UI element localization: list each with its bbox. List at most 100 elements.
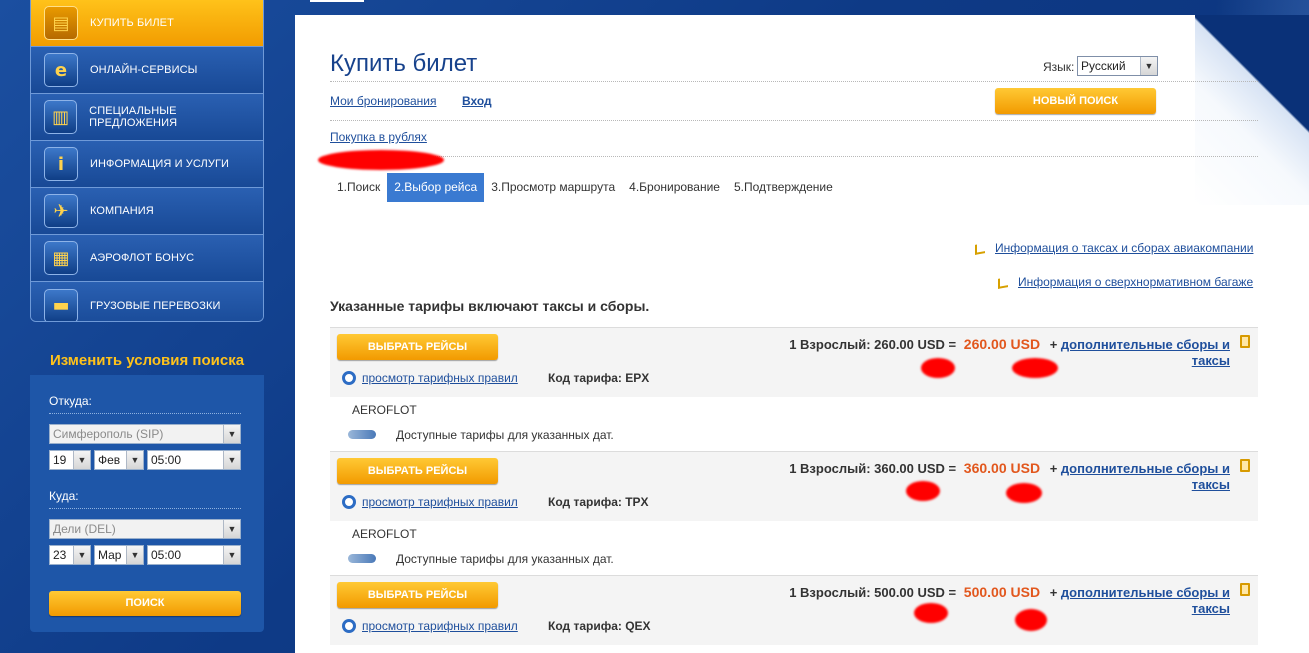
total-price: 260.00 USD: [963, 336, 1041, 352]
gear-icon: [342, 371, 356, 385]
availability-text: Доступные тарифы для указанных дат.: [396, 428, 614, 442]
fare-rules-link[interactable]: просмотр тарифных правил: [362, 495, 518, 509]
total-price: 500.00 USD: [963, 584, 1041, 600]
new-search-button[interactable]: НОВЫЙ ПОИСК: [995, 88, 1156, 114]
to-label: Куда:: [49, 489, 79, 503]
select-flights-button[interactable]: ВЫБРАТЬ РЕЙСЫ: [337, 582, 498, 608]
from-time-select[interactable]: 05:00 ▼: [147, 450, 241, 470]
fare-row: ВЫБРАТЬ РЕЙСЫ 1 Взрослый: 260.00 USD = 2…: [330, 327, 1258, 397]
fare-rules-link[interactable]: просмотр тарифных правил: [362, 619, 518, 633]
plus-sign: +: [1049, 337, 1058, 352]
baggage-info-link[interactable]: Информация о сверхнормативном багаже: [1018, 275, 1253, 289]
extra-fees-link-continued[interactable]: таксы: [1192, 477, 1230, 492]
extra-fees-link[interactable]: дополнительные сборы и: [1061, 337, 1230, 352]
extra-fees-link-continued[interactable]: таксы: [1192, 353, 1230, 368]
availability-text: Доступные тарифы для указанных дат.: [396, 552, 614, 566]
my-bookings-link[interactable]: Мои бронирования: [330, 94, 436, 108]
to-time-value: 05:00: [151, 548, 182, 562]
sidebar-item-label: Информация и услуги: [90, 158, 230, 170]
sidebar-item-special-offers[interactable]: ▥ Специальные предложения: [31, 94, 263, 141]
step-confirmation[interactable]: 5.Подтверждение: [727, 173, 840, 202]
to-month-value: Мар: [98, 548, 122, 562]
internet-icon: e: [44, 53, 78, 87]
fare-rules-row[interactable]: просмотр тарифных правил: [342, 495, 518, 509]
step-booking[interactable]: 4.Бронирование: [622, 173, 727, 202]
sidebar-item-bonus[interactable]: ▦ Аэрофлот бонус: [31, 235, 263, 282]
login-link[interactable]: Вход: [462, 94, 492, 108]
fare-code: Код тарифа: EPX: [548, 371, 650, 385]
extra-fees-link-continued[interactable]: таксы: [1192, 601, 1230, 616]
chevron-down-icon: ▼: [73, 546, 90, 564]
redaction-mark: [1015, 609, 1047, 631]
to-city-select[interactable]: Дели (DEL) ▼: [49, 519, 241, 539]
extra-fees-link[interactable]: дополнительные сборы и: [1061, 461, 1230, 476]
sidebar-item-cargo[interactable]: ▬ Грузовые перевозки: [31, 282, 263, 321]
chevron-down-icon: ▼: [126, 451, 143, 469]
tariff-note: Указанные тарифы включают таксы и сборы.: [330, 298, 650, 314]
to-day-select[interactable]: 23 ▼: [49, 545, 91, 565]
carrier-row: AEROFLOT Доступные тарифы для указанных …: [330, 397, 1258, 453]
language-select[interactable]: Русский ▼: [1077, 56, 1158, 76]
calculator-icon[interactable]: [1240, 459, 1250, 472]
taxes-info-link[interactable]: Информация о таксах и сборах авиакомпани…: [995, 241, 1253, 255]
step-view-route[interactable]: 3.Просмотр маршрута: [484, 173, 622, 202]
from-city-select[interactable]: Симферополь (SIP) ▼: [49, 424, 241, 444]
buy-in-rubles-link[interactable]: Покупка в рублях: [330, 130, 427, 144]
fare-rules-row[interactable]: просмотр тарифных правил: [342, 619, 518, 633]
fare-rules-link[interactable]: просмотр тарифных правил: [362, 371, 518, 385]
step-search[interactable]: 1.Поиск: [330, 173, 387, 202]
plus-sign: +: [1049, 585, 1058, 600]
sidebar-item-info-services[interactable]: i Информация и услуги: [31, 141, 263, 188]
sidebar-menu: ▤ Купить билет e Онлайн-сервисы ▥ Специа…: [30, 0, 264, 322]
sidebar-item-online-services[interactable]: e Онлайн-сервисы: [31, 47, 263, 94]
sidebar-item-label: Грузовые перевозки: [90, 299, 221, 312]
fare-row: ВЫБРАТЬ РЕЙСЫ 1 Взрослый: 500.00 USD = 5…: [330, 575, 1258, 645]
plus-sign: +: [1049, 461, 1058, 476]
redaction-mark: [906, 481, 940, 501]
select-flights-button[interactable]: ВЫБРАТЬ РЕЙСЫ: [337, 334, 498, 360]
divider: [49, 413, 241, 414]
baggage-info-link-row[interactable]: Информация о сверхнормативном багаже: [998, 275, 1253, 289]
calculator-icon[interactable]: [1240, 335, 1250, 348]
language-label: Язык:: [1043, 60, 1075, 74]
redaction-mark: [318, 150, 444, 170]
passenger-price-text: 1 Взрослый: 360.00 USD =: [789, 461, 957, 476]
divider: [330, 120, 1258, 121]
fare-rules-row[interactable]: просмотр тарифных правил: [342, 371, 518, 385]
sidebar-item-label: Аэрофлот бонус: [90, 252, 195, 264]
to-month-select[interactable]: Мар ▼: [94, 545, 144, 565]
sidebar-item-company[interactable]: ✈ Компания: [31, 188, 263, 235]
divider: [49, 508, 241, 509]
to-day-value: 23: [53, 548, 67, 562]
carrier-name: AEROFLOT: [352, 403, 417, 417]
language-value: Русский: [1081, 59, 1126, 73]
redaction-mark: [921, 358, 955, 378]
redaction-mark: [914, 603, 948, 623]
calculator-icon[interactable]: [1240, 583, 1250, 596]
price-line: 1 Взрослый: 360.00 USD = 360.00 USD + до…: [789, 460, 1230, 476]
to-time-select[interactable]: 05:00 ▼: [147, 545, 241, 565]
price-line: 1 Взрослый: 500.00 USD = 500.00 USD + до…: [789, 584, 1230, 600]
chevron-down-icon: ▼: [223, 546, 240, 564]
carrier-name: AEROFLOT: [352, 527, 417, 541]
sidebar-item-buy-ticket[interactable]: ▤ Купить билет: [31, 0, 263, 47]
from-month-select[interactable]: Фев ▼: [94, 450, 144, 470]
passenger-price-text: 1 Взрослый: 500.00 USD =: [789, 585, 957, 600]
divider: [330, 81, 1258, 82]
taxes-info-link-row[interactable]: Информация о таксах и сборах авиакомпани…: [975, 241, 1253, 255]
gear-icon: [342, 495, 356, 509]
cargo-icon: ▬: [44, 288, 78, 321]
search-button[interactable]: ПОИСК: [49, 591, 241, 616]
to-city-value: Дели (DEL): [53, 522, 116, 536]
carrier-row: AEROFLOT Доступные тарифы для указанных …: [330, 521, 1258, 577]
fare-code: Код тарифа: TPX: [548, 495, 649, 509]
booking-steps: 1.Поиск 2.Выбор рейса 3.Просмотр маршрут…: [330, 173, 840, 202]
select-flights-button[interactable]: ВЫБРАТЬ РЕЙСЫ: [337, 458, 498, 484]
gear-icon: [342, 619, 356, 633]
fare-row: ВЫБРАТЬ РЕЙСЫ 1 Взрослый: 360.00 USD = 3…: [330, 451, 1258, 521]
step-select-flight[interactable]: 2.Выбор рейса: [387, 173, 485, 202]
chevron-down-icon: ▼: [223, 425, 240, 443]
from-day-select[interactable]: 19 ▼: [49, 450, 91, 470]
extra-fees-link[interactable]: дополнительные сборы и: [1061, 585, 1230, 600]
sidebar-item-label: Компания: [90, 205, 154, 217]
